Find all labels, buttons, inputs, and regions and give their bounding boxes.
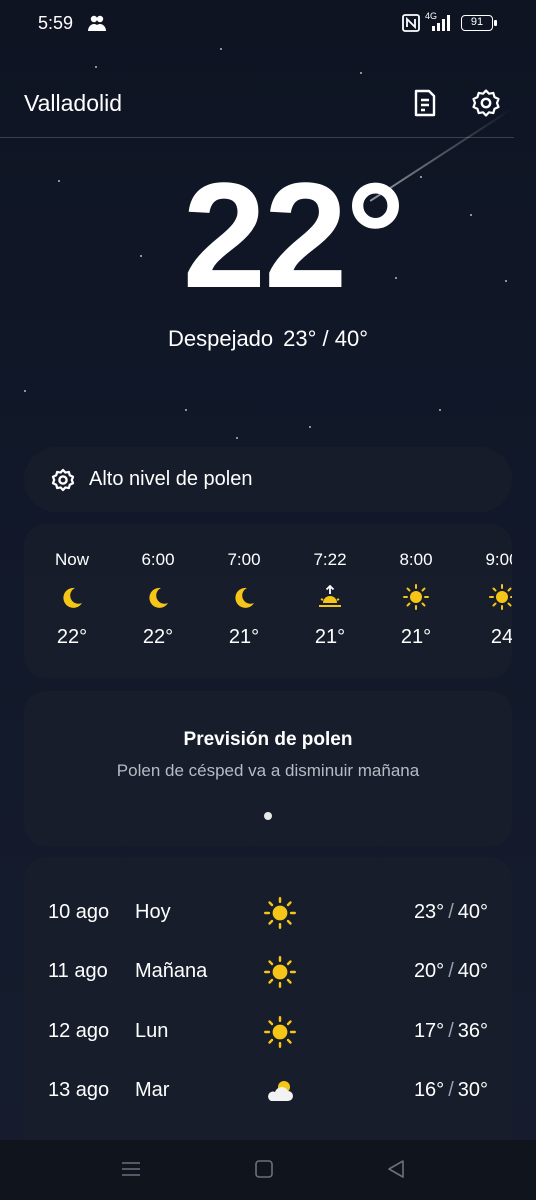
hour-temp: 24 [490,626,512,648]
hour-temp: 21° [400,626,432,648]
daily-row[interactable]: 12 ago Lun 17°/36° [24,1012,512,1052]
current-condition: Despejado 23° / 40° [0,326,536,352]
page-indicator-dot [264,812,272,820]
daily-row[interactable]: 11 ago Mañana 20°/40° [24,952,512,992]
menu-icon[interactable] [120,1158,142,1180]
hour-time: 7:00 [227,550,261,569]
star [185,409,187,411]
hourly-forecast[interactable]: Now 22° 6:00 22° 7:00 21° 7:22 21° 8:00 … [24,524,512,678]
system-nav-bar [0,1140,536,1200]
star [309,426,311,428]
settings-gear-icon[interactable] [471,88,501,118]
pollen-forecast-subtitle: Polen de césped va a disminuir mañana [116,761,420,780]
daily-forecast[interactable]: 10 ago Hoy 23°/40° 11 ago Mañana 20°/40°… [24,857,512,1147]
temp-range: 23° / 40° [283,326,369,351]
day-temps: 16°/30° [413,1079,488,1101]
pollen-alert-text: Alto nivel de polen [89,468,253,490]
star [24,390,26,392]
moon-icon [63,587,82,608]
moon-icon [235,587,254,608]
day-name: Lun [135,1020,169,1042]
hour-temp: 21° [228,626,260,648]
day-temps: 17°/36° [413,1020,488,1042]
cloudy-sun-icon [268,1081,293,1101]
signal-icon [432,15,450,31]
hour-temp: 22° [142,626,174,648]
day-name: Mañana [135,960,208,982]
status-bar: 5:59 4G 91 [0,0,536,46]
sunrise-icon [319,584,341,607]
pollen-forecast-card[interactable]: Previsión de polen Polen de césped va a … [24,691,512,846]
daily-row[interactable]: 13 ago Mar 16°/30° [24,1071,512,1111]
hour-temp: 21° [314,626,346,648]
sun-icon [403,584,429,610]
star [439,409,441,411]
sun-icon [264,897,296,929]
people-icon [88,15,106,31]
day-date: 12 ago [48,1020,110,1042]
hour-time: 9:00 [485,550,512,569]
day-name: Mar [135,1079,170,1101]
gear-icon [51,468,75,492]
day-date: 11 ago [48,960,108,982]
sun-icon [489,584,512,610]
status-time: 5:59 [38,13,74,33]
hour-time: 6:00 [141,550,175,569]
hour-time: Now [54,550,89,569]
day-temps: 20°/40° [413,960,488,982]
star [360,72,362,74]
city-name[interactable]: Valladolid [24,90,122,117]
hour-time: 8:00 [399,550,433,569]
back-icon[interactable] [385,1158,407,1180]
moon-icon [149,587,168,608]
day-date: 10 ago [48,901,110,923]
hour-time: 7:22 [313,550,347,569]
hour-temp: 22° [56,626,88,648]
star [95,66,97,68]
daily-row[interactable]: 10 ago Hoy 23°/40° [24,893,512,933]
nfc-icon [402,14,420,32]
sun-icon [264,956,296,988]
header-divider [0,137,514,138]
day-name: Hoy [135,901,171,923]
battery-indicator: 91 [461,15,497,31]
condition-text: Despejado [167,326,274,351]
sun-icon [264,1016,296,1048]
document-icon[interactable] [410,88,440,118]
home-icon[interactable] [253,1158,275,1180]
star [220,48,222,50]
current-temperature: 22° [182,151,406,319]
day-temps: 23°/40° [413,901,488,923]
pollen-forecast-title: Previsión de polen [183,729,353,750]
day-date: 13 ago [48,1079,110,1101]
star [236,437,238,439]
pollen-alert[interactable]: Alto nivel de polen [24,447,512,512]
